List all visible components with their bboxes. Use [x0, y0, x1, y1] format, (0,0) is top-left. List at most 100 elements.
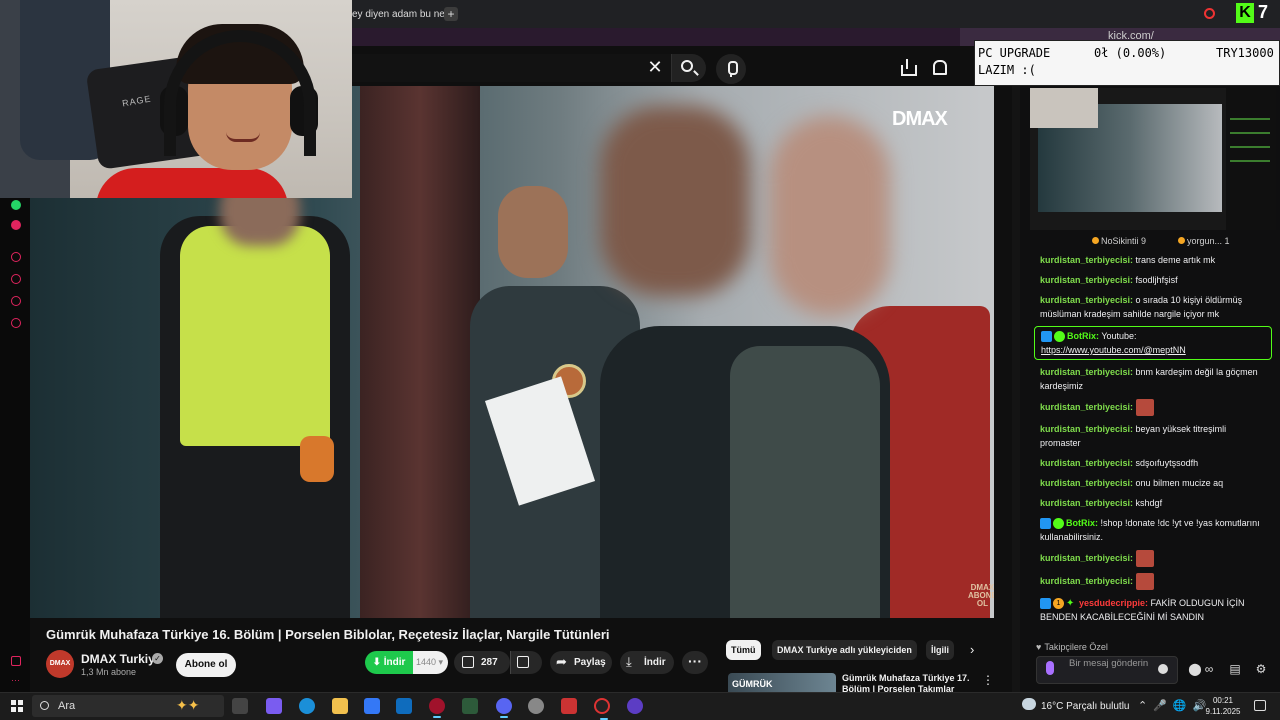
chat-username[interactable]: kurdistan_terbiyecisi: [1040, 367, 1133, 377]
store-icon[interactable]: ▤ [1228, 662, 1242, 676]
chat-username[interactable]: kurdistan_terbiyecisi: [1040, 478, 1133, 488]
panel-divider[interactable] [1012, 86, 1020, 692]
chat-settings-icon[interactable]: ⚙ [1254, 662, 1268, 676]
emote-icon [1135, 573, 1154, 590]
chat-username[interactable]: kurdistan_terbiyecisi: [1040, 498, 1133, 508]
emoji-icon[interactable] [1158, 664, 1168, 674]
recommended-thumbnail[interactable]: GÜMRÜK [728, 673, 836, 692]
recommended-more-icon[interactable]: ⋮ [982, 673, 994, 687]
edge-icon[interactable] [299, 698, 315, 714]
discord-icon[interactable] [496, 698, 512, 718]
viewer-badge: NoSikintii 9 [1092, 236, 1146, 246]
chat-mic-icon[interactable] [1046, 661, 1054, 675]
store-icon[interactable] [364, 698, 380, 714]
chat-message: kurdistan_terbiyecisi: bnm kardeşim deği… [1030, 362, 1276, 396]
goal-target: TRY13000 [1216, 46, 1274, 60]
copilot-icon[interactable] [266, 698, 282, 714]
settings-icon[interactable] [11, 318, 21, 328]
chat-username[interactable]: kurdistan_terbiyecisi: [1040, 402, 1133, 412]
windows-start-icon[interactable] [11, 700, 23, 712]
goal-subtitle: LAZIM :( [978, 63, 1036, 77]
chat-message: kurdistan_terbiyecisi: [1030, 396, 1276, 419]
chat-username[interactable]: kurdistan_terbiyecisi: [1040, 553, 1133, 563]
quality-select[interactable]: 1440 ▾ [413, 651, 448, 674]
recommended-title[interactable]: Gümrük Muhafaza Türkiye 17. Bölüm | Pors… [842, 673, 974, 692]
record-icon[interactable] [11, 252, 21, 262]
chip-related[interactable]: İlgili [926, 640, 954, 660]
notifications-bell-icon[interactable] [930, 58, 948, 76]
chat-message: kurdistan_terbiyecisi: sdşoıfuytşsodfh [1030, 453, 1276, 473]
notification-icon[interactable] [1254, 700, 1266, 711]
task-view-icon[interactable] [232, 698, 248, 714]
chat-message: kurdistan_terbiyecisi: kshdgf [1030, 493, 1276, 513]
streamer-webcam: RAGE [0, 0, 352, 198]
mail-icon[interactable] [396, 698, 412, 714]
bot-badge-icon [1041, 331, 1052, 343]
more-icon[interactable]: ··· [11, 676, 21, 686]
points-icon[interactable]: ⬤ [1188, 662, 1202, 676]
weather-text[interactable]: 16°C Parçalı bulutlu [1041, 701, 1130, 712]
video-scene-door [360, 86, 480, 618]
share-icon: ➦ [556, 654, 567, 669]
voice-search-button[interactable] [716, 54, 746, 84]
chat-text: Youtube: [1099, 331, 1137, 341]
clock[interactable]: 00:21 9.11.2025 [1196, 695, 1250, 717]
subscribe-watermark[interactable]: DMAX ABONE OL [968, 584, 994, 608]
gx-icon[interactable] [11, 656, 21, 666]
more-actions-button[interactable]: ··· [682, 651, 708, 674]
chat-icon[interactable] [11, 296, 21, 306]
extension-download-button[interactable]: ⬇ İndir [365, 651, 413, 674]
chat-username[interactable]: kurdistan_terbiyecisi: [1040, 275, 1133, 285]
chat-text: fsodljhfşisf [1133, 275, 1178, 285]
taskbar-search-label: Ara [58, 700, 76, 712]
chat-username[interactable]: kurdistan_terbiyecisi: [1040, 424, 1133, 434]
obs-icon[interactable] [594, 698, 610, 720]
chat-text: onu bilmen mucize aq [1133, 478, 1224, 488]
app-icon[interactable] [11, 220, 21, 230]
chip-all[interactable]: Tümü [726, 640, 761, 660]
infinity-icon[interactable]: ∞ [1202, 662, 1216, 676]
app-icon[interactable] [561, 698, 577, 714]
chat-message: kurdistan_terbiyecisi: o sırada 10 kişiy… [1030, 290, 1276, 324]
file-explorer-icon[interactable] [332, 698, 348, 714]
viewer-badge: yorgun... 1 [1178, 236, 1230, 246]
clock-icon[interactable] [11, 274, 21, 284]
search-button[interactable] [672, 54, 706, 82]
clear-search-icon[interactable]: ✕ [646, 58, 664, 76]
whatsapp-icon[interactable] [11, 200, 21, 210]
chat-message: kurdistan_terbiyecisi: onu bilmen mucize… [1030, 473, 1276, 493]
stream-preview[interactable] [1030, 88, 1276, 230]
channel-avatar[interactable]: DMAX [46, 650, 74, 678]
chat-username[interactable]: kurdistan_terbiyecisi: [1040, 576, 1133, 586]
app-icon[interactable] [462, 698, 478, 714]
verified-badge-icon [1053, 518, 1064, 530]
chat-username[interactable]: kurdistan_terbiyecisi: [1040, 458, 1133, 468]
subscribe-button[interactable]: Abone ol [176, 653, 236, 677]
search-input[interactable] [352, 54, 672, 82]
chrome-icon[interactable] [528, 698, 544, 714]
goal-progress: 0ł (0.00%) [1094, 46, 1167, 60]
chat-username[interactable]: yesdudecrippie: [1079, 598, 1148, 608]
webcam-shirt [96, 168, 288, 198]
chat-username[interactable]: BotRix: [1067, 331, 1099, 341]
chat-username[interactable]: BotRix: [1066, 518, 1098, 528]
weather-icon[interactable] [1022, 698, 1036, 710]
chat-link[interactable]: https://www.youtube.com/@meptNN [1041, 345, 1186, 355]
channel-name[interactable]: DMAX Turkiye [81, 652, 161, 666]
preview-viewers: NoSikintii 9 yorgun... 1 [1034, 236, 1274, 248]
new-tab-button[interactable]: + [444, 7, 458, 21]
donation-goal-overlay: PC UPGRADE 0ł (0.00%) TRY13000 LAZIM :( [974, 40, 1280, 86]
chip-uploader[interactable]: DMAX Turkiye adlı yükleyiciden [772, 640, 917, 660]
chat-username[interactable]: kurdistan_terbiyecisi: [1040, 295, 1133, 305]
chat-username[interactable]: kurdistan_terbiyecisi: [1040, 255, 1133, 265]
preview-chat [1226, 88, 1276, 230]
chips-next-icon[interactable]: › [970, 642, 974, 657]
chat-text: trans deme artık mk [1133, 255, 1216, 265]
thumbs-up-icon [462, 656, 474, 668]
preview-chat-line [1230, 132, 1270, 134]
verified-icon: ✓ [152, 653, 163, 664]
opera-gx-icon[interactable] [429, 698, 445, 718]
search-icon[interactable] [1204, 8, 1215, 19]
upload-icon[interactable] [898, 58, 917, 76]
app-icon[interactable] [627, 698, 643, 714]
